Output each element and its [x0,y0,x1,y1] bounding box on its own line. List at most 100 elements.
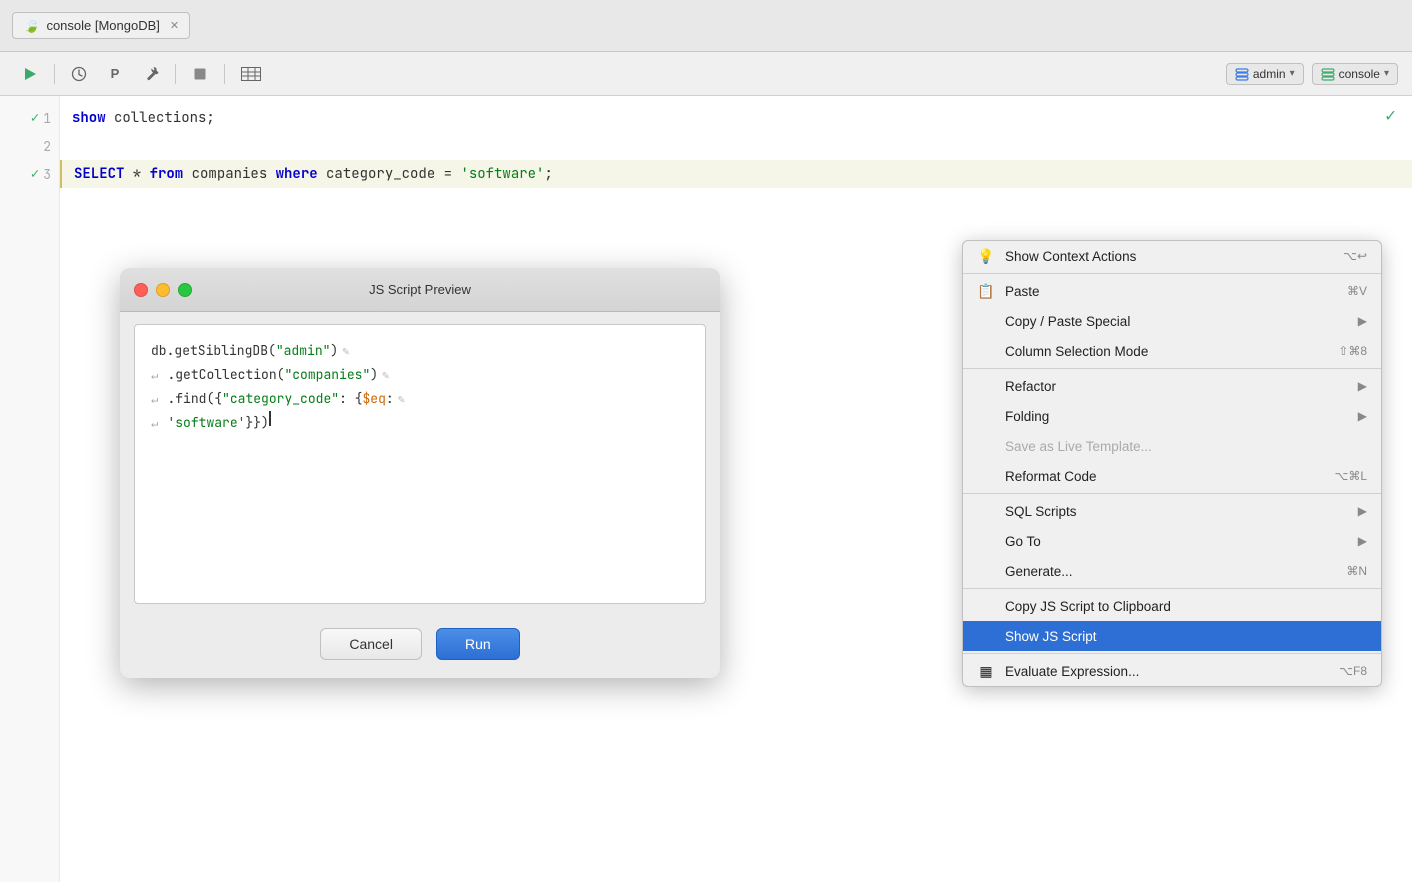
submenu-arrow-sql: ▶ [1358,504,1367,518]
preview-line-2: ↵ .getCollection("companies") ✎ [151,363,689,387]
toolbar: P admin ▾ [0,52,1412,96]
menu-item-go-to[interactable]: Go To ▶ [963,526,1381,556]
menu-item-refactor[interactable]: Refactor ▶ [963,371,1381,401]
console-selector[interactable]: console ▾ [1312,63,1398,85]
code-show-keyword: show [72,109,106,127]
table-view-button[interactable] [233,60,269,88]
menu-item-show-context-actions[interactable]: 💡 Show Context Actions ⌥↩ [963,241,1381,271]
cancel-button[interactable]: Cancel [320,628,422,660]
console-chevron-icon: ▾ [1384,68,1389,79]
edit-icon-1[interactable]: ✎ [342,339,349,363]
clock-icon [71,66,87,82]
preview-line-1: db.getSiblingDB("admin") ✎ [151,339,689,363]
admin-db-icon [1235,67,1249,81]
menu-item-paste[interactable]: 📋 Paste ⌘V [963,276,1381,306]
evaluate-expression-icon: ▦ [977,663,995,680]
table-icon [241,67,261,81]
history-button[interactable] [63,60,95,88]
line-3-check: ✓ [31,165,39,183]
code-line-3: SELECT * from companies where category_c… [60,160,1412,188]
preview-software-str: 'software' [167,411,245,435]
tab-label: console [MongoDB] [46,18,159,33]
traffic-lights [134,283,192,297]
code-star-text: * [124,165,149,183]
js-script-preview-dialog[interactable]: JS Script Preview db.getSiblingDB("admin… [120,268,720,678]
preview-close-paren-2: ) [370,363,378,387]
preview-db-text: db.getSiblingDB( [151,339,276,363]
code-condition-text: category_code = [318,165,461,183]
menu-item-column-selection[interactable]: Column Selection Mode ⇧⌘8 [963,336,1381,366]
run-button[interactable] [14,60,46,88]
dialog-body: db.getSiblingDB("admin") ✎ ↵ .getCollect… [120,312,720,618]
line-num-3: 3 [43,166,51,183]
run-button-dialog[interactable]: Run [436,628,520,660]
preview-line-3: ↵ .find({"category_code": {$eq: ✎ [151,387,689,411]
indent-arrow-3: ↵ [151,387,165,411]
tab-close-button[interactable]: ✕ [170,19,179,32]
menu-item-copy-paste-special[interactable]: Copy / Paste Special ▶ [963,306,1381,336]
wrench-icon [143,66,159,82]
close-traffic-light[interactable] [134,283,148,297]
preview-category-code-key: "category_code" [222,387,339,411]
toolbar-separator-1 [54,64,55,84]
toolbar-separator-3 [224,64,225,84]
menu-separator-3 [963,493,1381,494]
menu-label-go-to: Go To [1005,534,1348,549]
code-preview[interactable]: db.getSiblingDB("admin") ✎ ↵ .getCollect… [134,324,706,604]
toolbar-right: admin ▾ console ▾ [1226,63,1398,85]
menu-separator-1 [963,273,1381,274]
maximize-traffic-light[interactable] [178,283,192,297]
preview-admin-str: "admin" [276,339,331,363]
editor-status-check: ✓ [1385,104,1396,127]
edit-icon-2[interactable]: ✎ [382,363,389,387]
preview-colon-2: : [386,387,394,411]
title-bar: 🍃 console [MongoDB] ✕ [0,0,1412,52]
menu-separator-4 [963,588,1381,589]
line-numbers: ✓ 1 2 ✓ 3 [0,96,60,882]
code-collections-text: collections; [106,109,215,127]
main-tab[interactable]: 🍃 console [MongoDB] ✕ [12,12,190,39]
menu-shortcut-evaluate: ⌥F8 [1339,664,1367,678]
console-db-icon [1321,67,1335,81]
menu-label-show-js-script: Show JS Script [1005,629,1367,644]
admin-chevron-icon: ▾ [1290,68,1295,79]
menu-item-show-js-script[interactable]: Show JS Script [963,621,1381,651]
line-1-check: ✓ [31,109,39,127]
edit-icon-3[interactable]: ✎ [398,387,405,411]
menu-shortcut-generate: ⌘N [1346,564,1367,578]
indent-arrow-4: ↵ [151,411,165,435]
menu-item-sql-scripts[interactable]: SQL Scripts ▶ [963,496,1381,526]
preview-find-open: .find({ [167,387,222,411]
paste-icon: 📋 [977,283,995,300]
leaf-icon: 🍃 [23,17,40,34]
menu-label-copy-paste-special: Copy / Paste Special [1005,314,1348,329]
menu-label-paste: Paste [1005,284,1337,299]
code-from-keyword: from [150,165,184,183]
menu-item-save-live-template: Save as Live Template... [963,431,1381,461]
code-software-string: 'software' [460,165,544,183]
preview-close-braces: }}) [245,411,268,435]
code-companies-text: companies [183,165,275,183]
profile-button[interactable]: P [99,60,131,88]
menu-label-reformat-code: Reformat Code [1005,469,1324,484]
menu-item-folding[interactable]: Folding ▶ [963,401,1381,431]
code-where-keyword: where [276,165,318,183]
menu-label-save-live-template: Save as Live Template... [1005,439,1367,454]
menu-item-evaluate-expression[interactable]: ▦ Evaluate Expression... ⌥F8 [963,656,1381,686]
text-cursor [269,411,271,426]
admin-db-selector[interactable]: admin ▾ [1226,63,1304,85]
stop-button[interactable] [184,60,216,88]
menu-label-show-context-actions: Show Context Actions [1005,249,1333,264]
dialog-footer: Cancel Run [120,618,720,678]
menu-item-copy-js-script[interactable]: Copy JS Script to Clipboard [963,591,1381,621]
menu-label-copy-js-script: Copy JS Script to Clipboard [1005,599,1367,614]
preview-get-collection: .getCollection( [167,363,284,387]
settings-button[interactable] [135,60,167,88]
code-semicolon: ; [544,165,552,183]
menu-item-reformat-code[interactable]: Reformat Code ⌥⌘L [963,461,1381,491]
line-num-2: 2 [43,138,51,155]
minimize-traffic-light[interactable] [156,283,170,297]
menu-item-generate[interactable]: Generate... ⌘N [963,556,1381,586]
profile-icon: P [111,66,120,81]
menu-separator-5 [963,653,1381,654]
